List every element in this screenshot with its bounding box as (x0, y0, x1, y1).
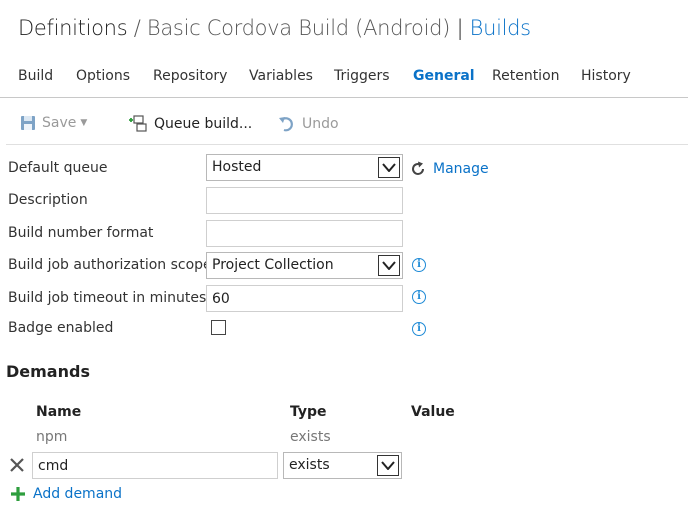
delete-icon[interactable] (9, 457, 25, 473)
info-icon[interactable]: i (412, 322, 426, 336)
save-button[interactable]: Save ▼ (20, 115, 87, 131)
breadcrumb-definitions[interactable]: Definitions (18, 16, 128, 40)
save-icon (21, 116, 35, 130)
auth-scope-select[interactable]: Project Collection (206, 252, 403, 279)
demand-type-select[interactable]: exists (283, 452, 402, 479)
badge-enabled-checkbox[interactable] (211, 320, 226, 335)
chevron-down-icon (377, 455, 399, 476)
description-label: Description (8, 192, 88, 208)
auth-scope-label: Build job authorization scope (8, 257, 212, 273)
title-separator: | (456, 16, 464, 40)
info-icon[interactable]: i (412, 258, 426, 272)
tab-repository[interactable]: Repository (153, 68, 227, 84)
default-queue-select[interactable]: Hosted (206, 154, 403, 181)
add-demand-button[interactable]: Add demand (10, 486, 122, 502)
queue-build-label: Queue build... (154, 116, 253, 132)
auth-scope-value: Project Collection (212, 257, 334, 273)
add-demand-label: Add demand (33, 486, 123, 502)
tab-variables[interactable]: Variables (249, 68, 313, 84)
build-number-format-input[interactable] (206, 220, 403, 247)
undo-label: Undo (302, 116, 339, 132)
refresh-icon[interactable] (409, 160, 427, 178)
build-number-format-label: Build number format (8, 225, 154, 241)
demands-column-type: Type (290, 404, 327, 420)
demand-type-value: exists (289, 457, 330, 473)
tab-bar: Build Options Repository Variables Trigg… (0, 68, 688, 98)
demand-name-readonly: npm (36, 429, 68, 445)
plus-icon (11, 487, 25, 501)
undo-icon (279, 117, 293, 132)
save-label: Save (42, 115, 77, 131)
chevron-down-icon (378, 157, 400, 178)
tab-general[interactable]: General (413, 68, 475, 84)
breadcrumb-separator: / (133, 16, 141, 40)
page-title: Definitions / Basic Cordova Build (Andro… (18, 16, 531, 40)
tab-triggers[interactable]: Triggers (334, 68, 390, 84)
timeout-input[interactable] (206, 285, 403, 312)
info-icon[interactable]: i (412, 290, 426, 304)
demand-name-input[interactable] (32, 452, 278, 479)
manage-queue-link[interactable]: Manage (409, 160, 489, 178)
queue-build-icon (129, 115, 147, 132)
description-input[interactable] (206, 187, 403, 214)
tab-retention[interactable]: Retention (492, 68, 560, 84)
demands-column-value: Value (411, 404, 455, 420)
chevron-down-icon (378, 255, 400, 276)
tab-build[interactable]: Build (18, 68, 53, 84)
queue-build-button[interactable]: Queue build... (128, 115, 252, 133)
demands-heading: Demands (6, 362, 90, 381)
demand-type-readonly: exists (290, 429, 331, 445)
builds-link[interactable]: Builds (470, 16, 532, 40)
default-queue-label: Default queue (8, 160, 108, 176)
badge-enabled-label: Badge enabled (8, 320, 114, 336)
tab-options[interactable]: Options (76, 68, 130, 84)
default-queue-value: Hosted (212, 159, 262, 175)
demands-column-name: Name (36, 404, 82, 420)
toolbar: Save ▼ Queue build... Undo (6, 109, 688, 145)
chevron-down-icon: ▼ (80, 118, 88, 128)
definition-name: Basic Cordova Build (Android) (146, 16, 451, 40)
manage-label: Manage (433, 161, 489, 177)
tab-history[interactable]: History (581, 68, 631, 84)
undo-button[interactable]: Undo (278, 115, 339, 133)
timeout-label: Build job timeout in minutes (8, 290, 207, 306)
